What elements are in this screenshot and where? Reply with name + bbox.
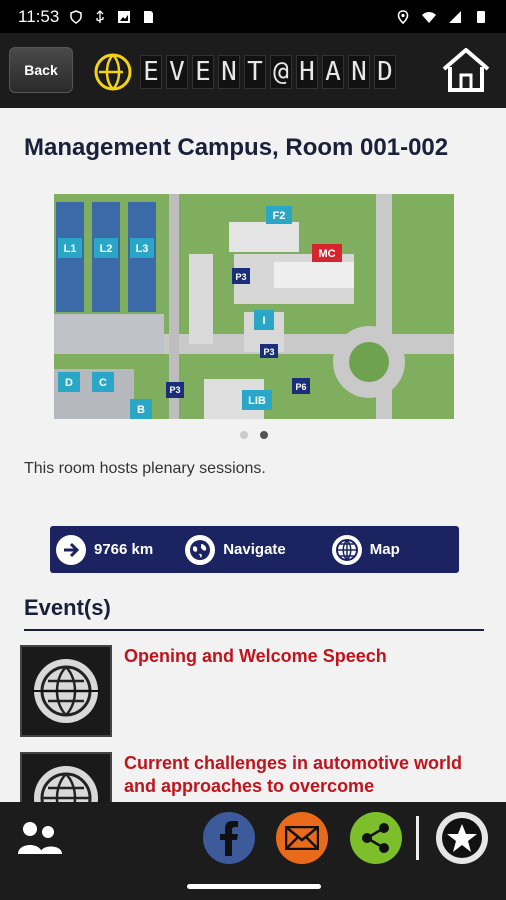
- app-header: Back E V E N T @ H A N D: [0, 33, 506, 108]
- map-button[interactable]: Map: [331, 534, 400, 565]
- map-label: Map: [369, 541, 400, 558]
- gesture-nav-bar[interactable]: [187, 884, 321, 889]
- map-label-l3[interactable]: L3: [136, 243, 149, 255]
- arrow-right-icon: [56, 534, 86, 565]
- usb-icon: [96, 9, 104, 23]
- map-label-b[interactable]: B: [137, 404, 145, 416]
- facebook-icon[interactable]: [203, 812, 255, 864]
- back-button[interactable]: Back: [9, 47, 73, 93]
- event-globe-icon: [34, 766, 98, 802]
- navigate-label: Navigate: [223, 541, 286, 558]
- app-logo: E V E N T @ H A N D: [94, 53, 396, 91]
- wifi-icon: [422, 11, 436, 23]
- event-item[interactable]: Current challenges in automotive world a…: [20, 752, 490, 802]
- map-label-p6[interactable]: P6: [295, 382, 306, 392]
- map-label-p3-a[interactable]: P3: [235, 272, 246, 282]
- distance-button[interactable]: 9766 km: [56, 534, 154, 565]
- campus-map[interactable]: F2 MC L1 L2 L3 P3 I P3 D C B P3 LIB P6: [54, 194, 454, 419]
- map-label-i[interactable]: I: [262, 315, 265, 327]
- status-bar: 11:53: [0, 0, 506, 33]
- event-thumbnail: [20, 752, 112, 802]
- event-title[interactable]: Current challenges in automotive world a…: [124, 752, 490, 802]
- share-icon[interactable]: [350, 812, 402, 864]
- room-description: This room hosts plenary sessions.: [24, 460, 266, 477]
- room-detail: Management Campus, Room 001-002 F2 MC L1…: [0, 108, 506, 802]
- signal-icon: [449, 10, 461, 23]
- home-icon[interactable]: [440, 45, 492, 95]
- logo-text: E V E N T @ H A N D: [140, 55, 396, 89]
- sd-card-icon: [144, 10, 154, 23]
- status-time: 11:53: [18, 6, 60, 26]
- events-heading: Event(s): [24, 595, 111, 620]
- map-label-c[interactable]: C: [99, 377, 107, 389]
- globe-logo-icon: [94, 53, 132, 91]
- shield-off-icon: [70, 9, 83, 24]
- map-label-mc[interactable]: MC: [318, 248, 335, 260]
- event-thumbnail: [20, 645, 112, 737]
- page-title: Management Campus, Room 001-002: [24, 134, 449, 161]
- photo-icon: [118, 10, 131, 23]
- globe-icon: [331, 534, 362, 565]
- event-globe-icon: [32, 659, 100, 723]
- map-label-d[interactable]: D: [65, 377, 73, 389]
- event-title[interactable]: Opening and Welcome Speech: [124, 645, 387, 737]
- location-icon: [397, 9, 409, 24]
- carousel-dots: [240, 431, 268, 439]
- carousel-dot[interactable]: [240, 431, 248, 439]
- email-icon[interactable]: [276, 812, 328, 864]
- map-label-f2[interactable]: F2: [273, 210, 286, 222]
- action-bar: 9766 km Navigate Map: [50, 526, 459, 573]
- map-label-lib[interactable]: LIB: [248, 395, 266, 407]
- map-label-l1[interactable]: L1: [64, 243, 77, 255]
- divider: [24, 629, 484, 631]
- divider: [416, 816, 419, 860]
- carousel-dot-active[interactable]: [260, 431, 268, 439]
- distance-label: 9766 km: [94, 541, 154, 558]
- event-item[interactable]: Opening and Welcome Speech: [20, 645, 490, 737]
- map-label-p3-c[interactable]: P3: [169, 385, 180, 395]
- map-label-l2[interactable]: L2: [100, 243, 113, 255]
- star-icon[interactable]: [436, 812, 488, 864]
- battery-icon: [477, 10, 485, 23]
- world-map-icon: [185, 534, 216, 565]
- people-icon[interactable]: [16, 818, 64, 860]
- map-label-p3-b[interactable]: P3: [263, 347, 274, 357]
- navigate-button[interactable]: Navigate: [185, 534, 286, 565]
